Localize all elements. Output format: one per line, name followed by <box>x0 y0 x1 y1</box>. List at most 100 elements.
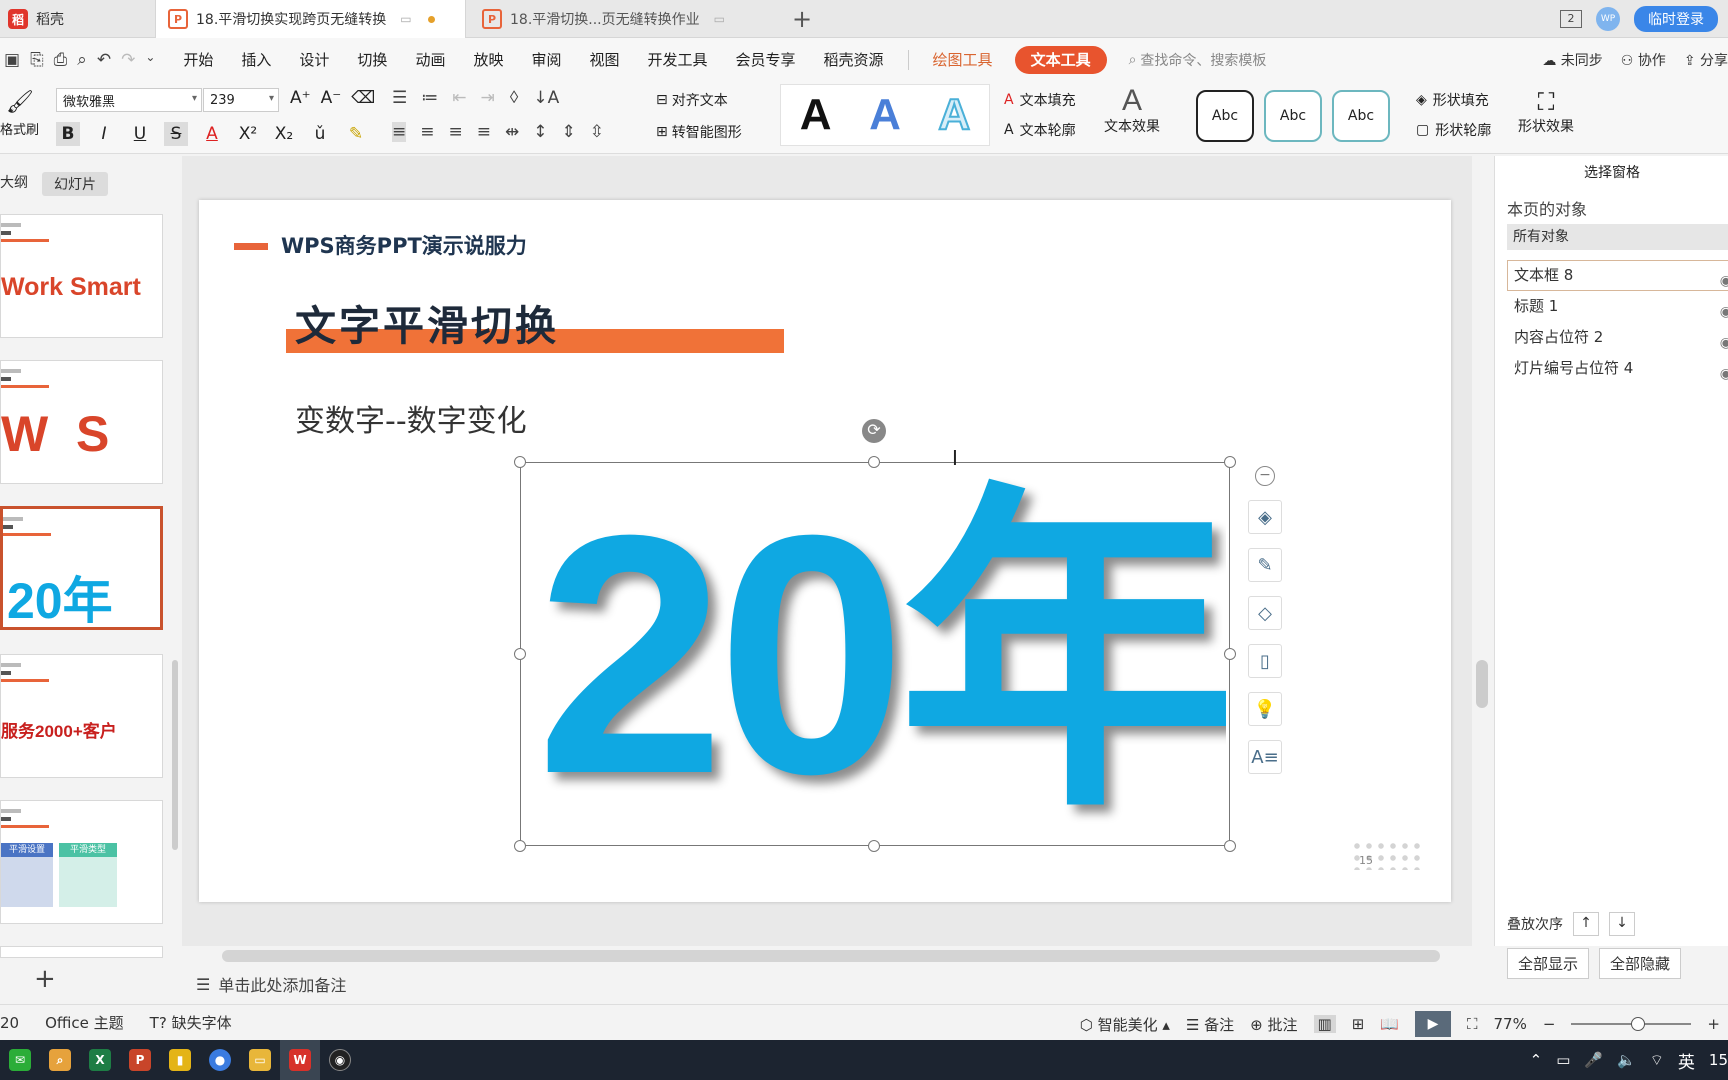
lightbulb-icon[interactable]: 💡 <box>1248 692 1282 726</box>
slide-thumbnail[interactable]: 服务2000+客户 <box>0 654 163 778</box>
new-tab-button[interactable]: + <box>792 5 812 33</box>
avatar[interactable]: WP <box>1596 7 1620 31</box>
layers-icon[interactable]: ◈ <box>1248 500 1282 534</box>
tab-active-document[interactable]: P 18.平滑切换实现跨页无缝转换 ▭ <box>155 0 466 38</box>
sorter-view-icon[interactable]: ⊞ <box>1352 1015 1365 1033</box>
obs-icon[interactable]: ◉ <box>320 1040 360 1080</box>
smart-graphic-button[interactable]: ⊞ 转智能图形 <box>656 122 742 142</box>
ime-indicator[interactable]: 英 <box>1678 1048 1695 1073</box>
slide-thumbnail[interactable]: 平滑设置 平滑类型 <box>0 800 163 924</box>
collab-button[interactable]: ⚇ 协作 <box>1621 50 1666 70</box>
increase-font-icon[interactable]: A⁺ <box>290 88 311 108</box>
distribute-icon[interactable]: ⇹ <box>505 122 519 142</box>
menu-docer[interactable]: 稻壳资源 <box>810 46 898 74</box>
play-slideshow-button[interactable]: ▶ <box>1414 1011 1451 1037</box>
theme-name[interactable]: Office 主题 <box>45 1012 124 1033</box>
text-direction-icon[interactable]: ꕺ <box>509 88 520 108</box>
sync-button[interactable]: ☁ 未同步 <box>1542 50 1602 70</box>
resize-handle-se[interactable] <box>1224 840 1236 852</box>
wechat-icon[interactable]: ✉ <box>0 1040 40 1080</box>
add-slide-button[interactable]: + <box>34 964 56 994</box>
wifi-icon[interactable]: ⌔ <box>1650 1051 1664 1070</box>
horizontal-scrollbar[interactable] <box>222 950 1440 962</box>
shape-style-black[interactable]: Abc <box>1196 90 1254 142</box>
resize-handle-s[interactable] <box>868 840 880 852</box>
zoom-slider-knob[interactable] <box>1631 1017 1646 1031</box>
menu-design[interactable]: 设计 <box>285 46 343 74</box>
paragraph-spacing-icon[interactable]: ⇕ <box>562 122 576 142</box>
excel-icon[interactable]: X <box>80 1040 120 1080</box>
powerpoint-icon[interactable]: P <box>120 1040 160 1080</box>
font-size-select[interactable]: 239 ▾ <box>203 88 279 112</box>
justify-icon[interactable]: ≡ <box>477 122 491 142</box>
beautify-button[interactable]: ⬡ 智能美化 ▴ <box>1080 1014 1170 1035</box>
menu-drawing-tools[interactable]: 绘图工具 <box>919 46 1007 74</box>
shape-outline-button[interactable]: ▢ 形状轮廓 <box>1416 120 1491 140</box>
text-style-black[interactable]: A <box>800 90 832 140</box>
decrease-indent-icon[interactable]: ⇤ <box>452 88 466 108</box>
menu-developer[interactable]: 开发工具 <box>634 46 722 74</box>
font-color-icon[interactable]: A <box>200 122 224 146</box>
align-right-icon[interactable]: ≡ <box>449 122 463 142</box>
slide-thumbnail[interactable] <box>0 946 163 958</box>
resize-handle-nw[interactable] <box>514 456 526 468</box>
zoom-slider[interactable] <box>1571 1017 1692 1031</box>
bullet-list-icon[interactable]: ☰ <box>392 88 407 108</box>
thumbnail-scrollbar[interactable] <box>172 660 178 850</box>
object-item[interactable]: 标题 1 ◉ <box>1507 291 1728 322</box>
eye-icon[interactable]: ◉ <box>1720 360 1728 389</box>
shape-effect-button[interactable]: ⛶ 形状效果 <box>1518 88 1574 136</box>
italic-icon[interactable]: I <box>92 122 116 146</box>
bold-icon[interactable]: B <box>56 122 80 146</box>
pen-icon[interactable]: ✎ <box>1248 548 1282 582</box>
menu-transition[interactable]: 切换 <box>343 46 401 74</box>
subscript-icon[interactable]: X₂ <box>272 122 296 146</box>
command-search[interactable]: ⌕ 查找命令、搜索模板 <box>1129 50 1267 70</box>
menu-animation[interactable]: 动画 <box>401 46 459 74</box>
text-outline-button[interactable]: A 文本轮廓 <box>1004 120 1076 140</box>
text-style-outline[interactable]: A <box>937 89 971 140</box>
volume-icon[interactable]: 🔈 <box>1617 1051 1636 1069</box>
line-spacing-icon[interactable]: ↕ <box>533 122 547 142</box>
search-icon[interactable]: ⌕ <box>40 1040 80 1080</box>
chrome-icon[interactable]: ● <box>200 1040 240 1080</box>
undo-icon[interactable]: ↶ <box>97 50 111 70</box>
clear-format-icon[interactable]: ⌫ <box>351 88 375 108</box>
save-icon[interactable]: ▣ <box>4 50 20 70</box>
fit-window-icon[interactable]: ⛶ <box>1467 1015 1478 1033</box>
resize-handle-ne[interactable] <box>1224 456 1236 468</box>
numbered-list-icon[interactable]: ≔ <box>421 88 438 108</box>
text-settings-icon[interactable]: A≡ <box>1248 740 1282 774</box>
menu-home[interactable]: 开始 <box>169 46 227 74</box>
slide-brand[interactable]: WPS商务PPT演示说服力 <box>281 230 527 260</box>
frame-icon[interactable]: ▯ <box>1248 644 1282 678</box>
chart-app-icon[interactable]: ▮ <box>160 1040 200 1080</box>
align-text-button[interactable]: ⊟ 对齐文本 <box>656 90 728 110</box>
window-count-badge[interactable]: 2 <box>1560 10 1582 28</box>
text-style-blue[interactable]: A <box>869 90 901 140</box>
object-item[interactable]: 灯片编号占位符 4 ◉ <box>1507 353 1728 384</box>
menu-slideshow[interactable]: 放映 <box>459 46 517 74</box>
send-backward-icon[interactable]: ↓ <box>1609 912 1635 936</box>
menu-review[interactable]: 审阅 <box>517 46 575 74</box>
resize-handle-sw[interactable] <box>514 840 526 852</box>
share-button[interactable]: ⇪ 分享 <box>1684 50 1728 70</box>
wps-icon[interactable]: W <box>280 1040 320 1080</box>
bring-forward-icon[interactable]: ↑ <box>1573 912 1599 936</box>
tray-expand-icon[interactable]: ⌃ <box>1530 1051 1543 1069</box>
resize-handle-n[interactable] <box>868 456 880 468</box>
resize-handle-w[interactable] <box>514 648 526 660</box>
align-center-icon[interactable]: ≡ <box>420 122 434 142</box>
zoom-in-icon[interactable]: + <box>1707 1015 1720 1033</box>
zoom-out-icon[interactable]: − <box>1543 1015 1556 1033</box>
slide-title[interactable]: 文字平滑切换 <box>295 292 559 352</box>
object-item[interactable]: 文本框 8 ◉ <box>1507 260 1728 291</box>
spacing-dropdown-icon[interactable]: ⇳ <box>590 122 604 142</box>
all-objects-filter[interactable]: 所有对象 <box>1507 224 1728 250</box>
zoom-level[interactable]: 77% <box>1494 1015 1527 1033</box>
notes-area[interactable]: ☰ 单击此处添加备注 <box>196 972 346 996</box>
shape-style-teal[interactable]: Abc <box>1264 90 1322 142</box>
menu-insert[interactable]: 插入 <box>227 46 285 74</box>
rotate-handle-icon[interactable]: ⟳ <box>862 419 886 443</box>
redo-icon[interactable]: ↷ <box>121 50 135 70</box>
